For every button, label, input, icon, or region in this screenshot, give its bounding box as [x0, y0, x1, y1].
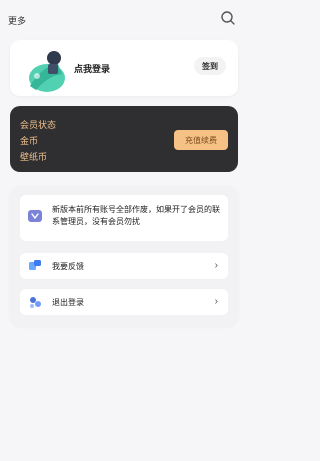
member-status-label: 会员状态 [20, 120, 57, 130]
feedback-icon [28, 259, 42, 273]
avatar-illustration-icon [29, 51, 65, 92]
logout-icon [28, 295, 42, 309]
menu-item-feedback[interactable]: 我要反馈 › [20, 253, 228, 279]
signin-button[interactable]: 签到 [194, 57, 226, 75]
search-icon [221, 11, 235, 25]
logout-label: 退出登录 [52, 298, 84, 307]
feedback-label: 我要反馈 [52, 262, 84, 271]
avatar[interactable] [22, 46, 72, 96]
wallpaper-coins-label: 壁纸币 [20, 152, 48, 162]
menu-item-logout[interactable]: 退出登录 › [20, 289, 228, 315]
login-link[interactable]: 点我登录 [74, 62, 110, 75]
notice-text: 新版本前所有账号全部作废，如果开了会员的联系管理员，没有会员勿扰 [52, 205, 220, 226]
page-title: 更多 [8, 16, 27, 26]
notice-item: 新版本前所有账号全部作废，如果开了会员的联系管理员，没有会员勿扰 [20, 195, 228, 241]
member-card: 会员状态 金币 壁纸币 充值续费 [10, 106, 238, 172]
notice-icon [28, 209, 42, 223]
chevron-right-icon: › [214, 296, 218, 307]
top-bar: 更多 [0, 0, 250, 40]
search-button[interactable] [220, 10, 236, 26]
chevron-right-icon: › [214, 260, 218, 271]
renew-button[interactable]: 充值续费 [174, 130, 228, 150]
profile-card: 点我登录 签到 [10, 40, 238, 96]
coins-label: 金币 [20, 136, 39, 146]
